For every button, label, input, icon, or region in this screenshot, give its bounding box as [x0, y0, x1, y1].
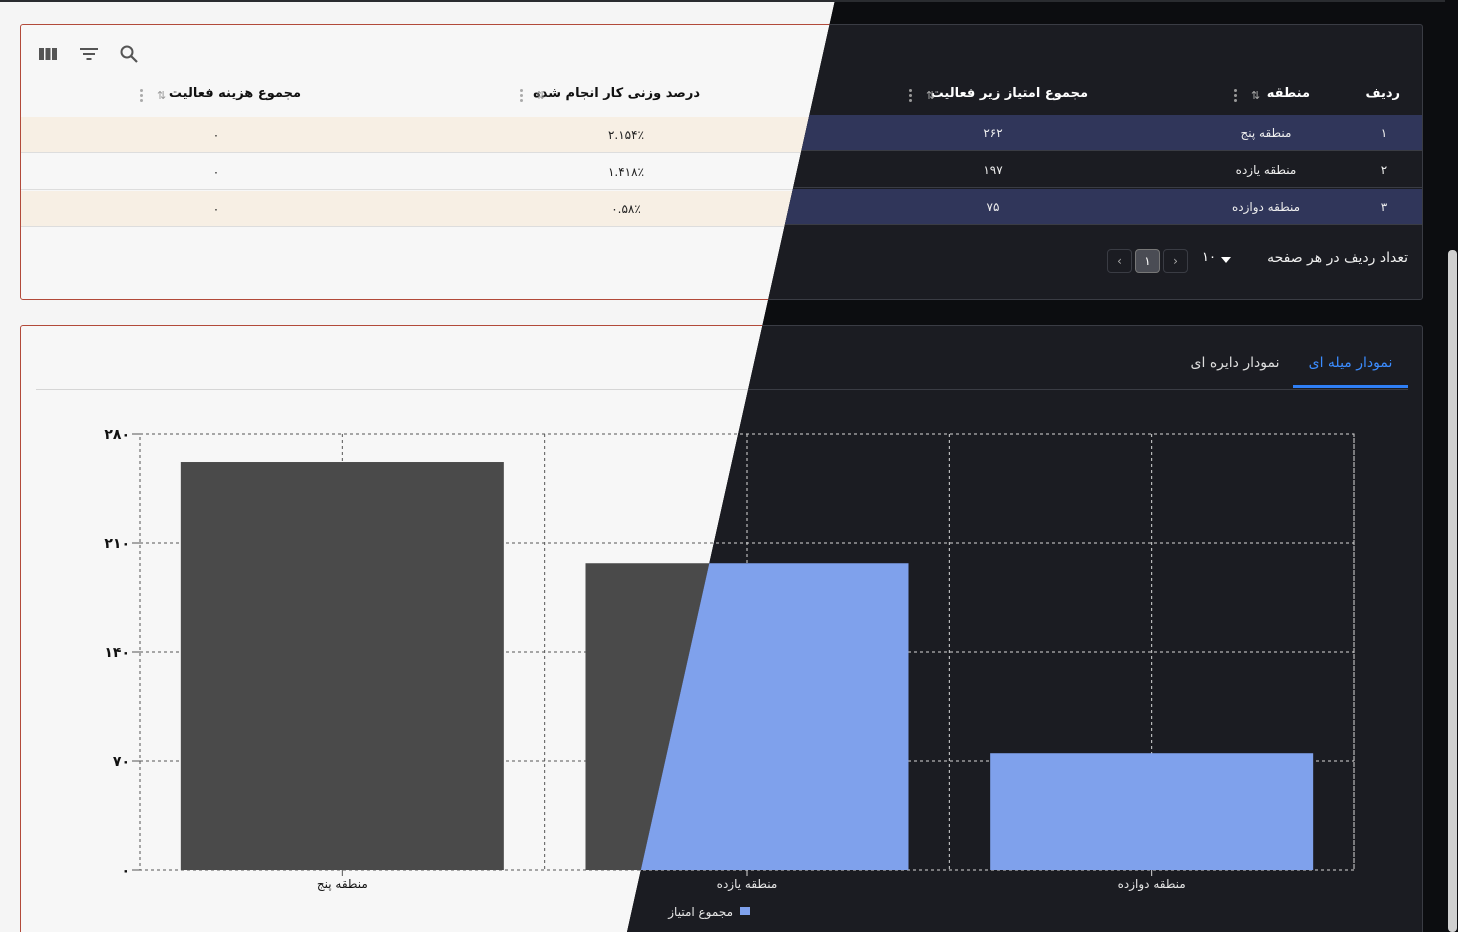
- y-tick-label: ۰: [121, 863, 130, 879]
- y-tick-label: ۲۱۰: [104, 536, 130, 552]
- x-tick-label: منطقه یازده: [717, 877, 778, 892]
- bar: [180, 462, 504, 870]
- legend-swatch: [740, 907, 750, 915]
- x-tick-label: منطقه دوازده: [1118, 877, 1186, 892]
- x-tick-label: منطقه پنج: [317, 877, 368, 891]
- y-tick-label: ۷۰: [113, 754, 130, 770]
- y-tick-label: ۲۸۰: [104, 427, 130, 443]
- bar: [990, 753, 1314, 870]
- y-tick-label: ۱۴۰: [104, 645, 130, 661]
- legend-label: مجموع امتیاز: [667, 905, 733, 920]
